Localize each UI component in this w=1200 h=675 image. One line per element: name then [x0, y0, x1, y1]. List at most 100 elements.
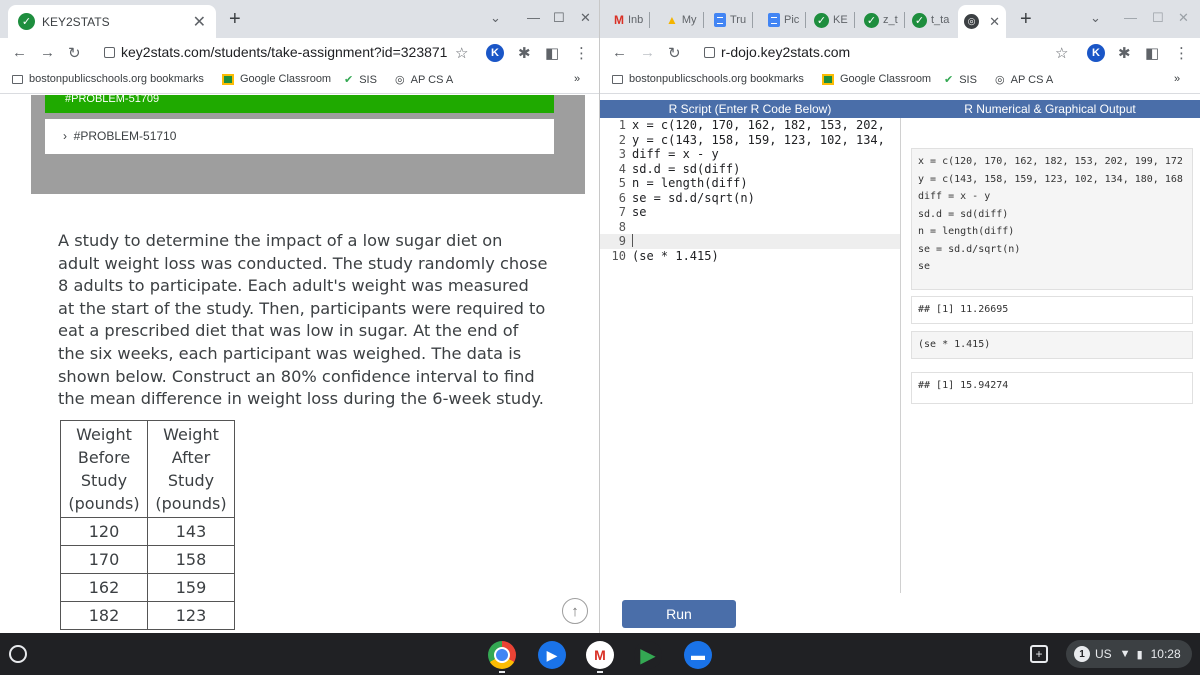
globe-icon: ◎ — [395, 74, 405, 86]
code-line[interactable]: 2y = c(143, 158, 159, 123, 102, 134, — [600, 133, 900, 148]
reload-icon[interactable]: ↻ — [68, 44, 81, 62]
close-tab-icon[interactable]: ✕ — [989, 14, 1000, 30]
extensions-puzzle-icon[interactable]: ✱ — [1118, 44, 1131, 62]
close-tab-icon[interactable]: ✕ — [193, 12, 206, 32]
code-line[interactable]: 4 sd.d = sd(diff) — [600, 162, 900, 177]
back-icon[interactable]: ← — [12, 44, 27, 61]
bookmark-sis[interactable]: ✔ SIS — [344, 73, 377, 87]
status-area[interactable]: 1 US ▼ ▮ 10:28 — [1066, 640, 1192, 668]
maximize-icon[interactable]: ☐ — [1152, 10, 1164, 26]
check-icon: ✓ — [864, 12, 879, 28]
chrome-app-icon[interactable] — [488, 641, 516, 669]
docs-icon — [714, 13, 726, 27]
code-line[interactable]: 10 (se * 1.415) — [600, 249, 900, 264]
close-window-icon[interactable]: ✕ — [580, 10, 591, 26]
maximize-icon[interactable]: ☐ — [553, 10, 565, 26]
bookmark-google-classroom[interactable]: Google Classroom — [822, 73, 931, 85]
folder-icon — [12, 74, 23, 84]
tab-t-table[interactable]: ✓ t_ta — [912, 9, 949, 31]
code-line-active[interactable]: 9 — [600, 234, 900, 249]
notification-count-badge: 1 — [1074, 646, 1090, 662]
tab-doc-1[interactable]: Tru — [714, 9, 754, 31]
output-panel-header: R Numerical & Graphical Output — [900, 100, 1200, 118]
left-browser-window: ✓ KEY2STATS ✕ + ⌄ — ☐ ✕ ← → ↻ key2stats.… — [0, 0, 600, 633]
bookmark-ap-cs-a[interactable]: ◎ AP CS A — [995, 73, 1053, 87]
question-text: A study to determine the impact of a low… — [58, 231, 548, 409]
table-row: 182 123 — [60, 601, 235, 630]
forward-icon[interactable]: → — [640, 44, 655, 61]
code-line[interactable]: 7 se — [600, 205, 900, 220]
toolbar: ← → ↻ r-dojo.key2stats.com ☆ K ✱ ◧ ⋮ — [600, 38, 1200, 68]
side-panel-icon[interactable]: ◧ — [1145, 44, 1159, 62]
tote-icon[interactable]: + — [1030, 645, 1048, 663]
output-result: ## [1] 11.26695 — [911, 296, 1193, 324]
more-bookmarks-icon[interactable]: » — [1174, 73, 1180, 85]
table-row: 120 143 — [60, 517, 235, 546]
code-line[interactable]: 1x = c(120, 170, 162, 182, 153, 202, — [600, 118, 900, 133]
forward-icon[interactable]: → — [40, 44, 55, 61]
tab-key2stats[interactable]: ✓ KEY2STATS ✕ — [8, 5, 216, 38]
check-icon: ✓ — [18, 13, 35, 30]
more-bookmarks-icon[interactable]: » — [574, 73, 580, 85]
sis-icon: ✔ — [344, 74, 354, 86]
run-button[interactable]: Run — [622, 600, 736, 628]
code-line[interactable]: 8 — [600, 220, 900, 235]
clock: 10:28 — [1150, 647, 1181, 661]
extensions-puzzle-icon[interactable]: ✱ — [518, 44, 531, 62]
gmail-icon: M — [614, 13, 624, 27]
code-line[interactable]: 6 se = sd.d/sqrt(n) — [600, 191, 900, 206]
files-app-icon[interactable]: ▬ — [684, 641, 712, 669]
column-header-before: Weight Before Study (pounds) — [60, 420, 148, 518]
chromeos-shelf: ▶ M ▶ ▬ + 1 US ▼ ▮ 10:28 — [0, 633, 1200, 675]
tab-gmail[interactable]: M Inb — [614, 9, 651, 31]
gmail-app-icon[interactable]: M — [586, 641, 614, 669]
problem-row-completed[interactable]: #PROBLEM-51709 — [45, 95, 554, 113]
new-tab-icon[interactable]: + — [1020, 8, 1032, 31]
bookmark-google-classroom[interactable]: Google Classroom — [222, 73, 331, 85]
problem-row[interactable]: › #PROBLEM-51710 — [45, 119, 554, 154]
site-info-icon[interactable] — [704, 47, 715, 58]
back-icon[interactable]: ← — [612, 44, 627, 61]
code-line[interactable]: 5n = length(diff) — [600, 176, 900, 191]
launcher-icon[interactable] — [9, 645, 27, 663]
menu-kebab-icon[interactable]: ⋮ — [1174, 44, 1189, 62]
meet-app-icon[interactable]: ▶ — [538, 641, 566, 669]
text-cursor — [632, 234, 633, 247]
scroll-to-top-icon[interactable]: ↑ — [562, 598, 588, 624]
play-store-app-icon[interactable]: ▶ — [634, 641, 662, 669]
r-code-editor[interactable]: 1x = c(120, 170, 162, 182, 153, 202, 2y … — [600, 118, 900, 593]
bookmark-sis[interactable]: ✔ SIS — [944, 73, 977, 87]
tab-drive[interactable]: ▲ My — [666, 9, 704, 31]
classroom-icon — [822, 73, 834, 85]
globe-icon: ◎ — [995, 74, 1005, 86]
output-code-echo: x = c(120, 170, 162, 182, 153, 202, 199,… — [911, 148, 1193, 290]
kami-extension-icon[interactable]: K — [486, 44, 504, 62]
tab-search-icon[interactable]: ⌄ — [490, 10, 501, 26]
close-window-icon[interactable]: ✕ — [1178, 10, 1189, 26]
code-line[interactable]: 3 diff = x - y — [600, 147, 900, 162]
tab-z-table[interactable]: ✓ z_t — [864, 9, 905, 31]
tab-strip: ✓ KEY2STATS ✕ + ⌄ — ☐ ✕ — [0, 0, 599, 38]
bookmark-folder[interactable]: bostonpublicschools.org bookmarks — [12, 73, 204, 85]
bookmark-star-icon[interactable]: ☆ — [1055, 44, 1068, 62]
tab-doc-2[interactable]: Pic — [768, 9, 807, 31]
bookmarks-bar: bostonpublicschools.org bookmarks Google… — [0, 68, 599, 94]
new-tab-icon[interactable]: + — [229, 8, 241, 31]
reload-icon[interactable]: ↻ — [668, 44, 681, 62]
minimize-icon[interactable]: — — [1124, 10, 1137, 25]
menu-kebab-icon[interactable]: ⋮ — [574, 44, 589, 62]
bookmark-star-icon[interactable]: ☆ — [455, 44, 468, 62]
tab-r-dojo-active[interactable]: ◎ ✕ — [958, 5, 1006, 38]
ime-indicator: US — [1095, 647, 1112, 661]
kami-extension-icon[interactable]: K — [1087, 44, 1105, 62]
minimize-icon[interactable]: — — [527, 10, 540, 25]
output-result: ## [1] 15.94274 — [911, 372, 1193, 404]
bookmark-ap-cs-a[interactable]: ◎ AP CS A — [395, 73, 453, 87]
bookmark-folder[interactable]: bostonpublicschools.org bookmarks — [612, 73, 804, 85]
side-panel-icon[interactable]: ◧ — [545, 44, 559, 62]
site-info-icon[interactable] — [104, 47, 115, 58]
address-bar[interactable]: r-dojo.key2stats.com — [704, 44, 850, 60]
address-bar[interactable]: key2stats.com/students/take-assignment?i… — [104, 44, 447, 60]
tab-key2stats[interactable]: ✓ KE — [814, 9, 855, 31]
tab-search-icon[interactable]: ⌄ — [1090, 10, 1101, 26]
